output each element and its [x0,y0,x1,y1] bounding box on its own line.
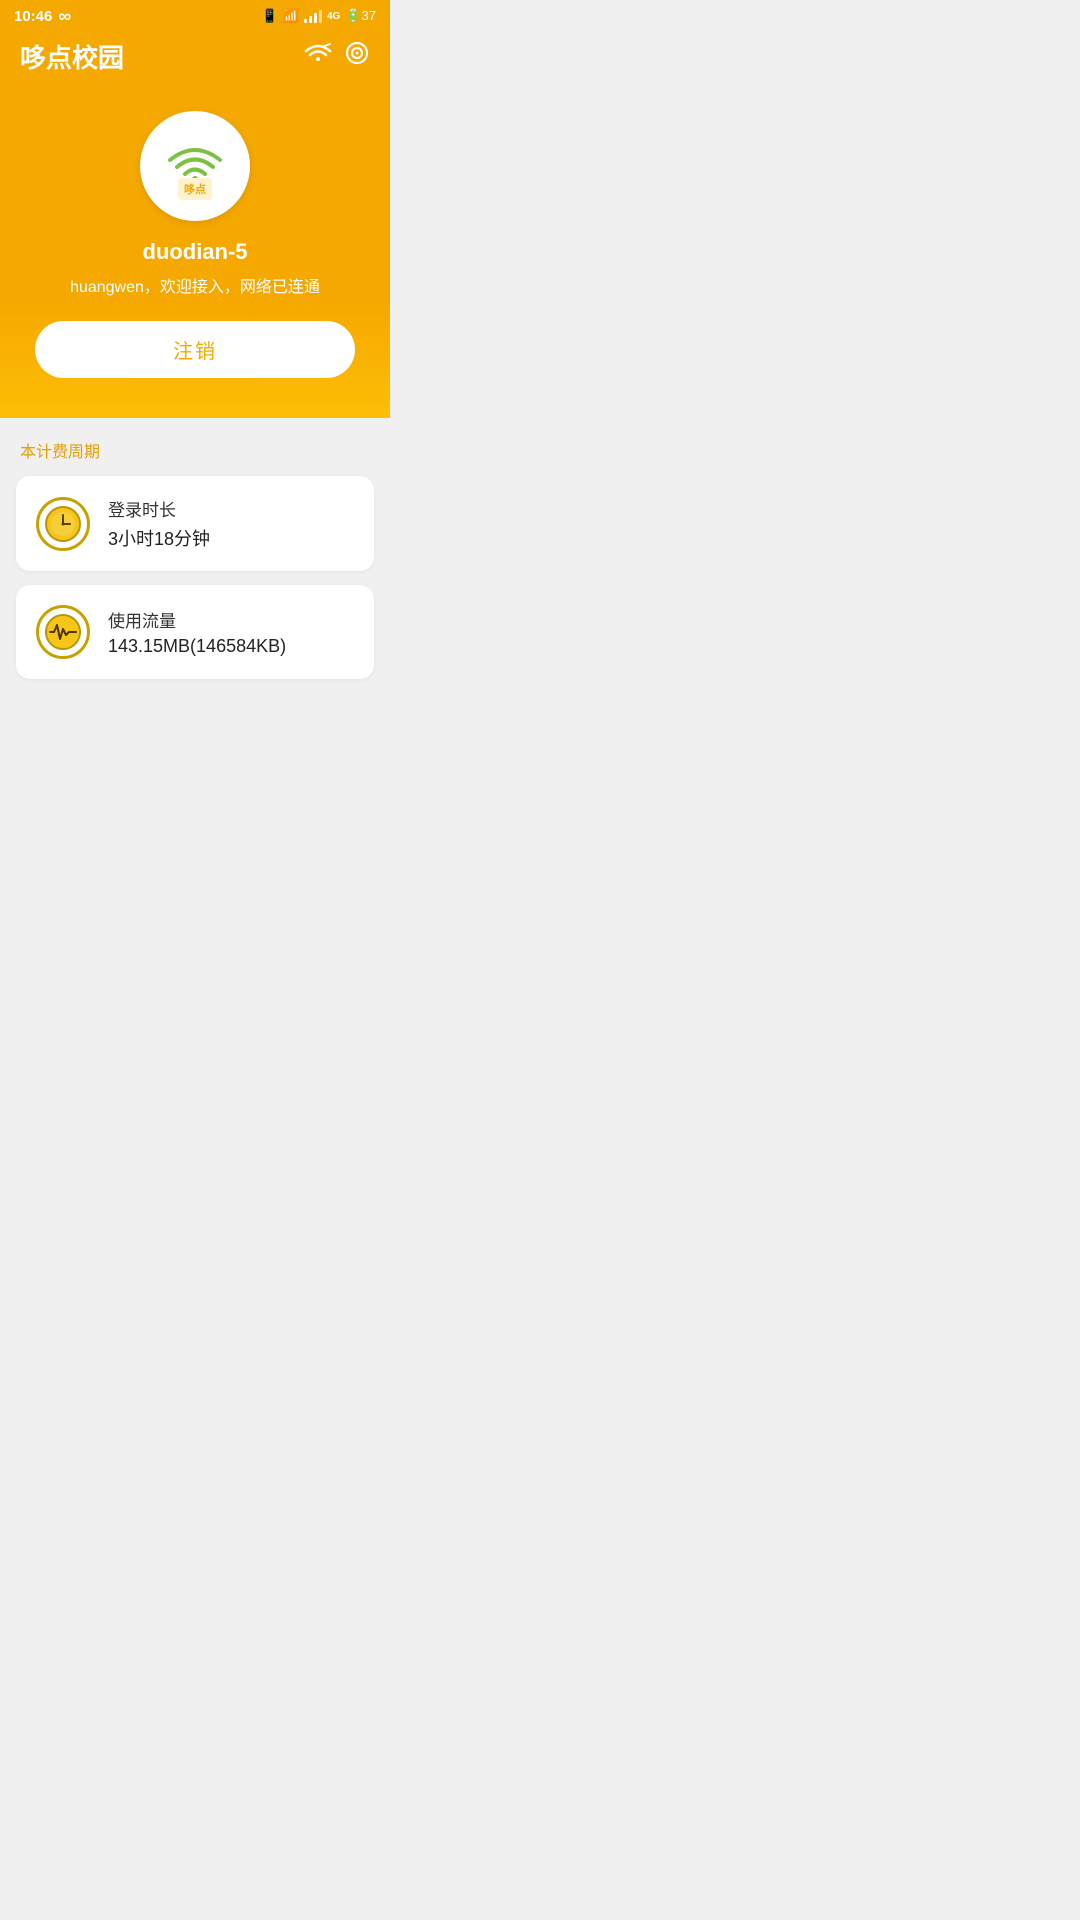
content-section: 本计费周期 登录时长 3小时18分钟 [0,418,390,713]
login-duration-value: 3小时18分钟 [108,525,210,551]
status-right: 📱 📶 4G 🔋37 [262,8,376,24]
app-header: 哆点校园 [0,28,390,91]
login-duration-info: 登录时长 3小时18分钟 [108,496,210,551]
time-display: 10:46 [14,8,52,25]
pulse-icon-container [36,605,90,659]
hero-section: 哆点 duodian-5 huangwen，欢迎接入，网络已连通 注销 [0,91,390,438]
network-type: 4G [327,11,340,22]
wifi-logo: 哆点 [164,132,226,200]
phone-icon: 📱 [262,8,278,24]
status-left: 10:46 ∞ [14,6,70,27]
status-bar: 10:46 ∞ 📱 📶 4G 🔋37 [0,0,390,28]
wifi-status-icon: 📶 [283,8,299,24]
login-duration-card: 登录时长 3小时18分钟 [16,476,374,571]
data-usage-title: 使用流量 [108,607,286,632]
signal-bars [304,9,322,23]
login-duration-title: 登录时长 [108,496,210,521]
pulse-icon [44,613,82,651]
welcome-text: huangwen，欢迎接入，网络已连通 [70,273,320,297]
data-usage-info: 使用流量 143.15MB(146584KB) [108,607,286,657]
logo-circle: 哆点 [140,111,250,221]
wifi-logo-svg [164,132,226,182]
header-icons [304,40,370,73]
data-usage-card: 使用流量 143.15MB(146584KB) [16,585,374,679]
logout-button[interactable]: 注销 [35,321,355,378]
scan-icon[interactable] [344,40,370,73]
app-title: 哆点校园 [20,38,124,75]
billing-period-label: 本计费周期 [16,438,374,462]
clock-icon [44,505,82,543]
battery-display: 🔋37 [345,8,376,24]
wifi-speed-icon[interactable] [304,41,332,72]
clock-icon-container [36,497,90,551]
logo-label: 哆点 [184,184,206,196]
data-usage-value: 143.15MB(146584KB) [108,636,286,657]
ssid-name: duodian-5 [142,239,247,265]
infinity-icon: ∞ [58,6,70,27]
